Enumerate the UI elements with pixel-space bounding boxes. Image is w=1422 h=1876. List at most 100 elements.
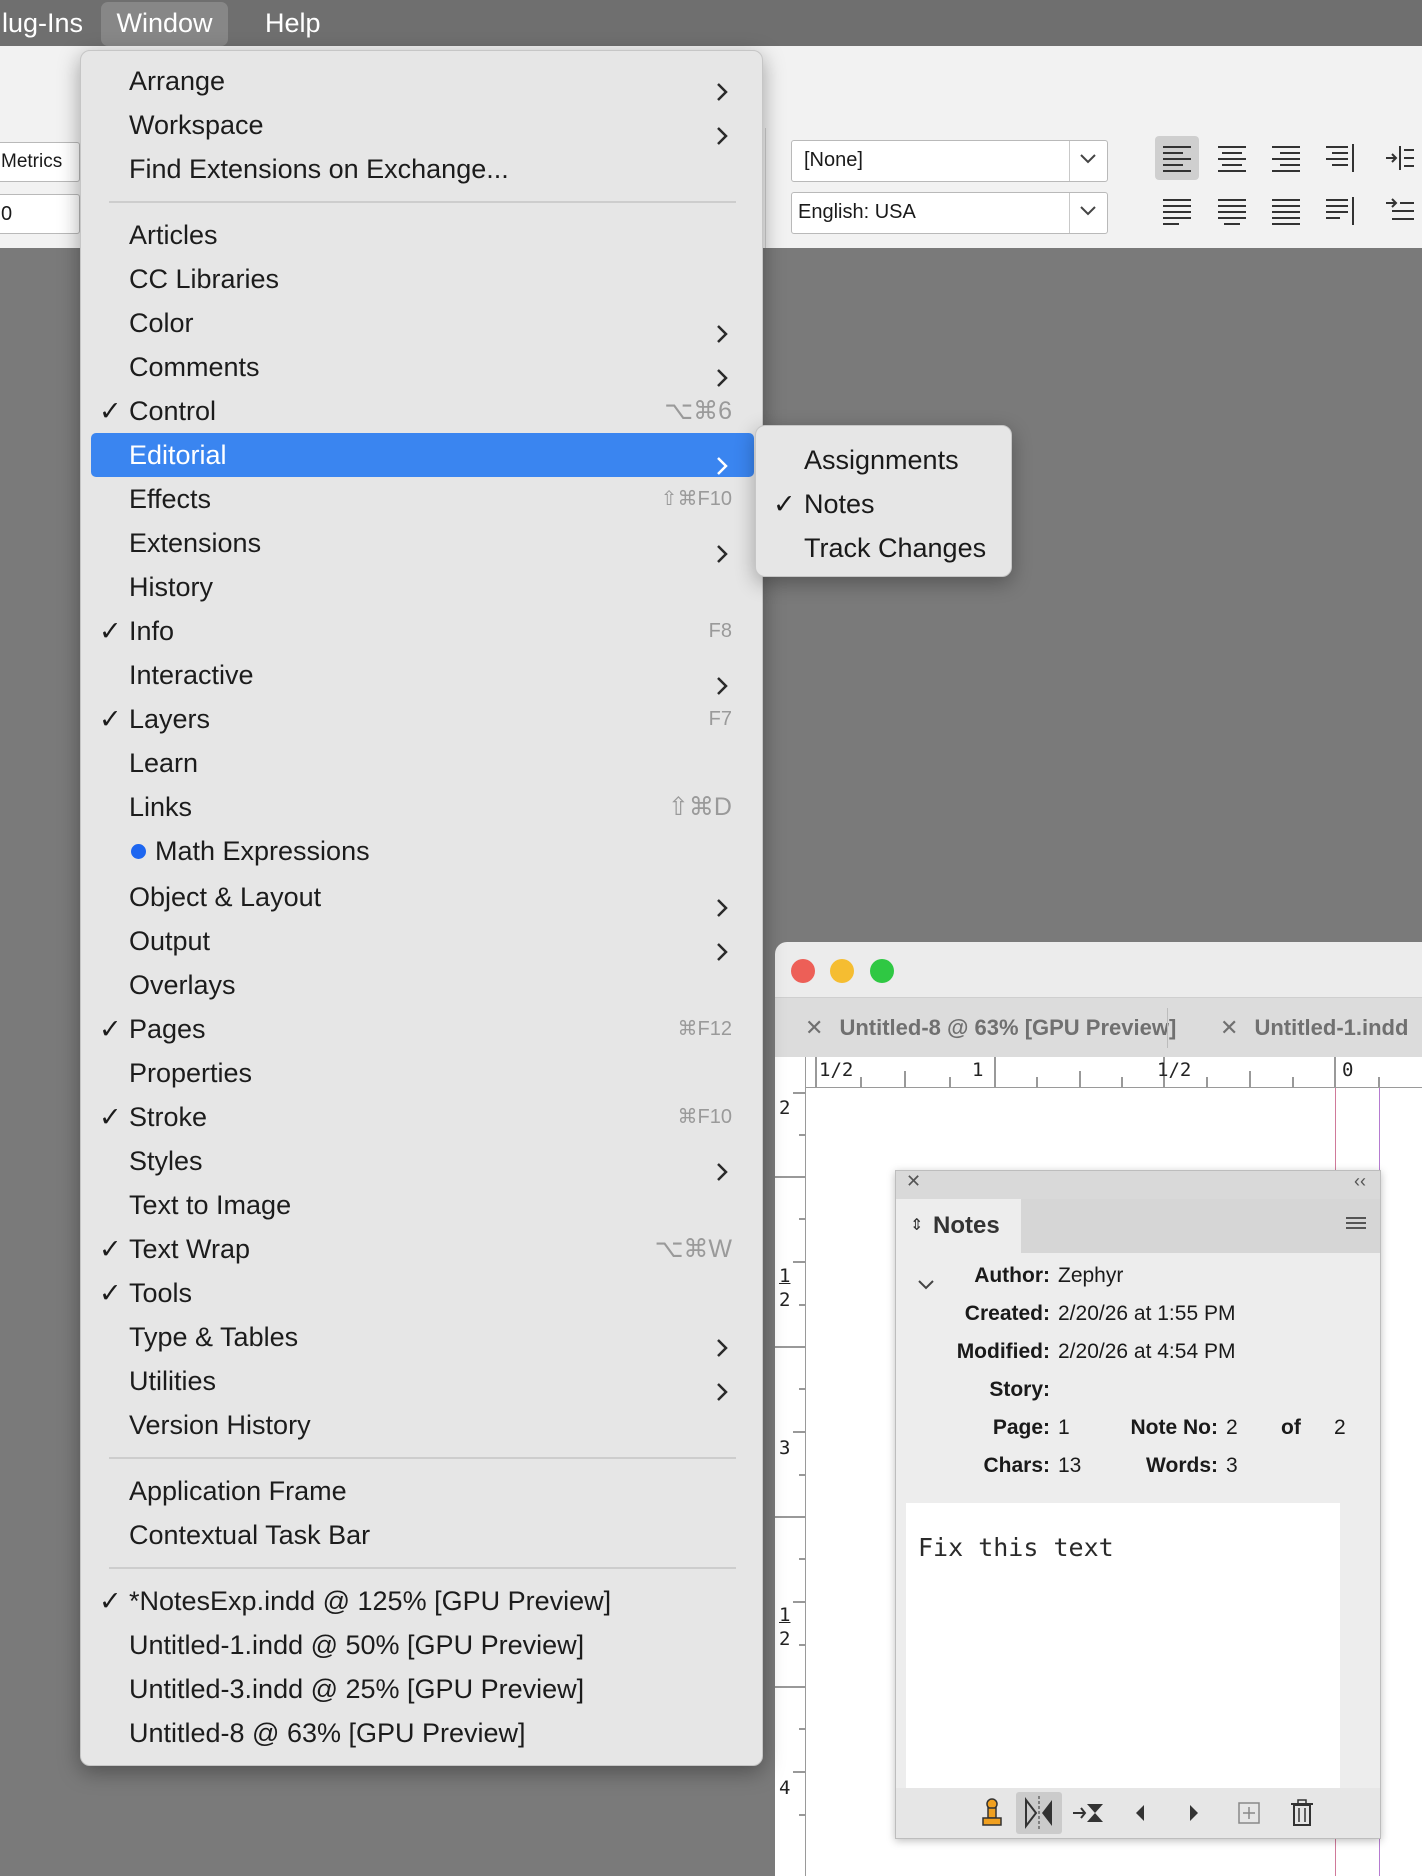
submenu-item-label: Track Changes	[804, 533, 987, 563]
chevron-down-icon[interactable]	[1069, 193, 1107, 233]
menu-item-label: Editorial	[129, 440, 227, 470]
close-icon[interactable]: ✕	[805, 1015, 823, 1040]
maximize-window-button[interactable]	[870, 959, 894, 983]
align-away-spine-button[interactable]	[1318, 189, 1362, 233]
justify-left-button[interactable]	[1155, 189, 1199, 233]
menu-item-untitled-3-indd-25-gpu-preview[interactable]: Untitled-3.indd @ 25% [GPU Preview]	[91, 1667, 754, 1711]
menu-help[interactable]: Help	[251, 0, 335, 46]
menu-item-untitled-1-indd-50-gpu-preview[interactable]: Untitled-1.indd @ 50% [GPU Preview]	[91, 1623, 754, 1667]
menu-item-label: Untitled-8 @ 63% [GPU Preview]	[129, 1718, 526, 1748]
language-select[interactable]: English: USA	[791, 192, 1108, 234]
submenu-item-notes[interactable]: ✓ Notes	[756, 482, 1013, 526]
menu-item-math-expressions[interactable]: Math Expressions	[91, 829, 754, 873]
menu-item-info[interactable]: ✓ Info F8	[91, 609, 754, 653]
page-label: Page:	[992, 1416, 1050, 1439]
align-right-button[interactable]	[1264, 136, 1308, 180]
menu-item-editorial[interactable]: Editorial	[91, 433, 754, 477]
next-note-button[interactable]	[1176, 1796, 1212, 1830]
menu-item-pages[interactable]: ✓ Pages ⌘F12	[91, 1007, 754, 1051]
tracking-field[interactable]: 0	[0, 194, 80, 234]
submenu-item-track-changes[interactable]: Track Changes	[756, 526, 1013, 570]
menu-item-notesexp-indd-125-gpu-preview[interactable]: ✓ *NotesExp.indd @ 125% [GPU Preview]	[91, 1579, 754, 1623]
menu-item-workspace[interactable]: Workspace	[91, 103, 754, 147]
menu-item-find-extensions-on-exchange[interactable]: Find Extensions on Exchange...	[91, 147, 754, 191]
window-menu: Arrange Workspace Find Extensions on Excha…	[80, 50, 763, 1766]
close-icon[interactable]: ✕	[906, 1171, 921, 1192]
checkmark-icon: ✓	[99, 1102, 122, 1132]
menu-item-effects[interactable]: Effects ⇧⌘F10	[91, 477, 754, 521]
menu-item-styles[interactable]: Styles	[91, 1139, 754, 1183]
menu-item-tools[interactable]: ✓ Tools	[91, 1271, 754, 1315]
vertical-ruler: 2 1 2 3 1 2 4	[775, 1057, 806, 1876]
note-author-icon[interactable]	[974, 1796, 1010, 1830]
panel-menu-icon[interactable]	[1346, 1215, 1366, 1236]
indent-left-button[interactable]	[1378, 136, 1422, 180]
menu-item-links[interactable]: Links ⇧⌘D	[91, 785, 754, 829]
menu-item-text-to-image[interactable]: Text to Image	[91, 1183, 754, 1227]
note-text-area[interactable]: Fix this text	[906, 1503, 1340, 1788]
menu-item-label: Math Expressions	[155, 836, 370, 866]
menu-item-contextual-task-bar[interactable]: Contextual Task Bar	[91, 1513, 754, 1557]
submenu-item-label: Notes	[804, 489, 875, 519]
first-line-indent-button[interactable]	[1378, 189, 1422, 233]
menu-item-untitled-8-63-gpu-preview[interactable]: Untitled-8 @ 63% [GPU Preview]	[91, 1711, 754, 1755]
menu-item-label: Articles	[129, 220, 218, 250]
menu-item-cc-libraries[interactable]: CC Libraries	[91, 257, 754, 301]
align-left-button[interactable]	[1155, 136, 1199, 180]
tab-untitled-8[interactable]: ✕ Untitled-8 @ 63% [GPU Preview]	[805, 998, 1176, 1058]
align-center-button[interactable]	[1210, 136, 1254, 180]
collapse-icon[interactable]: ‹‹	[1354, 1171, 1366, 1192]
menu-item-type-tables[interactable]: Type & Tables	[91, 1315, 754, 1359]
previous-note-button[interactable]	[1124, 1796, 1160, 1830]
menu-item-history[interactable]: History	[91, 565, 754, 609]
menu-item-overlays[interactable]: Overlays	[91, 963, 754, 1007]
split-note-button[interactable]	[1016, 1792, 1062, 1834]
sort-arrows-icon: ⇕	[910, 1217, 924, 1234]
menu-item-control[interactable]: ✓ Control ⌥⌘6	[91, 389, 754, 433]
close-icon[interactable]: ✕	[1220, 1015, 1238, 1040]
created-value: 2/20/26 at 1:55 PM	[1058, 1302, 1236, 1325]
kerning-field[interactable]: Metrics	[0, 142, 80, 182]
menu-window[interactable]: Window	[101, 2, 228, 46]
justify-center-button[interactable]	[1210, 189, 1254, 233]
collapse-note-button[interactable]	[1071, 1796, 1107, 1830]
menu-item-utilities[interactable]: Utilities	[91, 1359, 754, 1403]
menu-item-comments[interactable]: Comments	[91, 345, 754, 389]
minimize-window-button[interactable]	[830, 959, 854, 983]
align-towards-spine-button[interactable]	[1318, 136, 1362, 180]
menu-item-text-wrap[interactable]: ✓ Text Wrap ⌥⌘W	[91, 1227, 754, 1271]
menu-item-output[interactable]: Output	[91, 919, 754, 963]
menu-item-stroke[interactable]: ✓ Stroke ⌘F10	[91, 1095, 754, 1139]
author-row: Author: Zephyr	[896, 1264, 1380, 1294]
menu-item-layers[interactable]: ✓ Layers F7	[91, 697, 754, 741]
menu-item-label: Pages	[129, 1014, 206, 1044]
menu-item-label: Stroke	[129, 1102, 208, 1132]
menu-item-arrange[interactable]: Arrange	[91, 59, 754, 103]
character-style-select[interactable]: [None]	[791, 140, 1108, 182]
new-note-button[interactable]	[1231, 1796, 1267, 1830]
menu-item-properties[interactable]: Properties	[91, 1051, 754, 1095]
close-window-button[interactable]	[791, 959, 815, 983]
tab-notes[interactable]: ⇕ Notes	[896, 1199, 1021, 1253]
menu-item-application-frame[interactable]: Application Frame	[91, 1469, 754, 1513]
menu-item-object-layout[interactable]: Object & Layout	[91, 875, 754, 919]
justify-all-button[interactable]	[1264, 189, 1308, 233]
menu-item-learn[interactable]: Learn	[91, 741, 754, 785]
note-no-label: Note No:	[1130, 1416, 1219, 1439]
trash-icon[interactable]	[1284, 1796, 1320, 1830]
menu-item-version-history[interactable]: Version History	[91, 1403, 754, 1447]
menu-item-label: Comments	[129, 352, 260, 382]
menu-item-label: Interactive	[129, 660, 254, 690]
character-style-value: [None]	[804, 149, 863, 171]
chevron-down-icon[interactable]	[1069, 141, 1107, 181]
menu-item-interactive[interactable]: Interactive	[91, 653, 754, 697]
tab-untitled-1[interactable]: ✕ Untitled-1.indd	[1220, 998, 1408, 1058]
submenu-item-assignments[interactable]: Assignments	[756, 438, 1013, 482]
menu-item-color[interactable]: Color	[91, 301, 754, 345]
menu-item-articles[interactable]: Articles	[91, 213, 754, 257]
menu-item-extensions[interactable]: Extensions	[91, 521, 754, 565]
menu-item-label: Learn	[129, 748, 199, 778]
menu-plugins[interactable]: lug-Ins	[0, 0, 97, 46]
new-dot-icon	[131, 844, 146, 859]
panel-tab-row: ⇕ Notes	[896, 1199, 1380, 1253]
